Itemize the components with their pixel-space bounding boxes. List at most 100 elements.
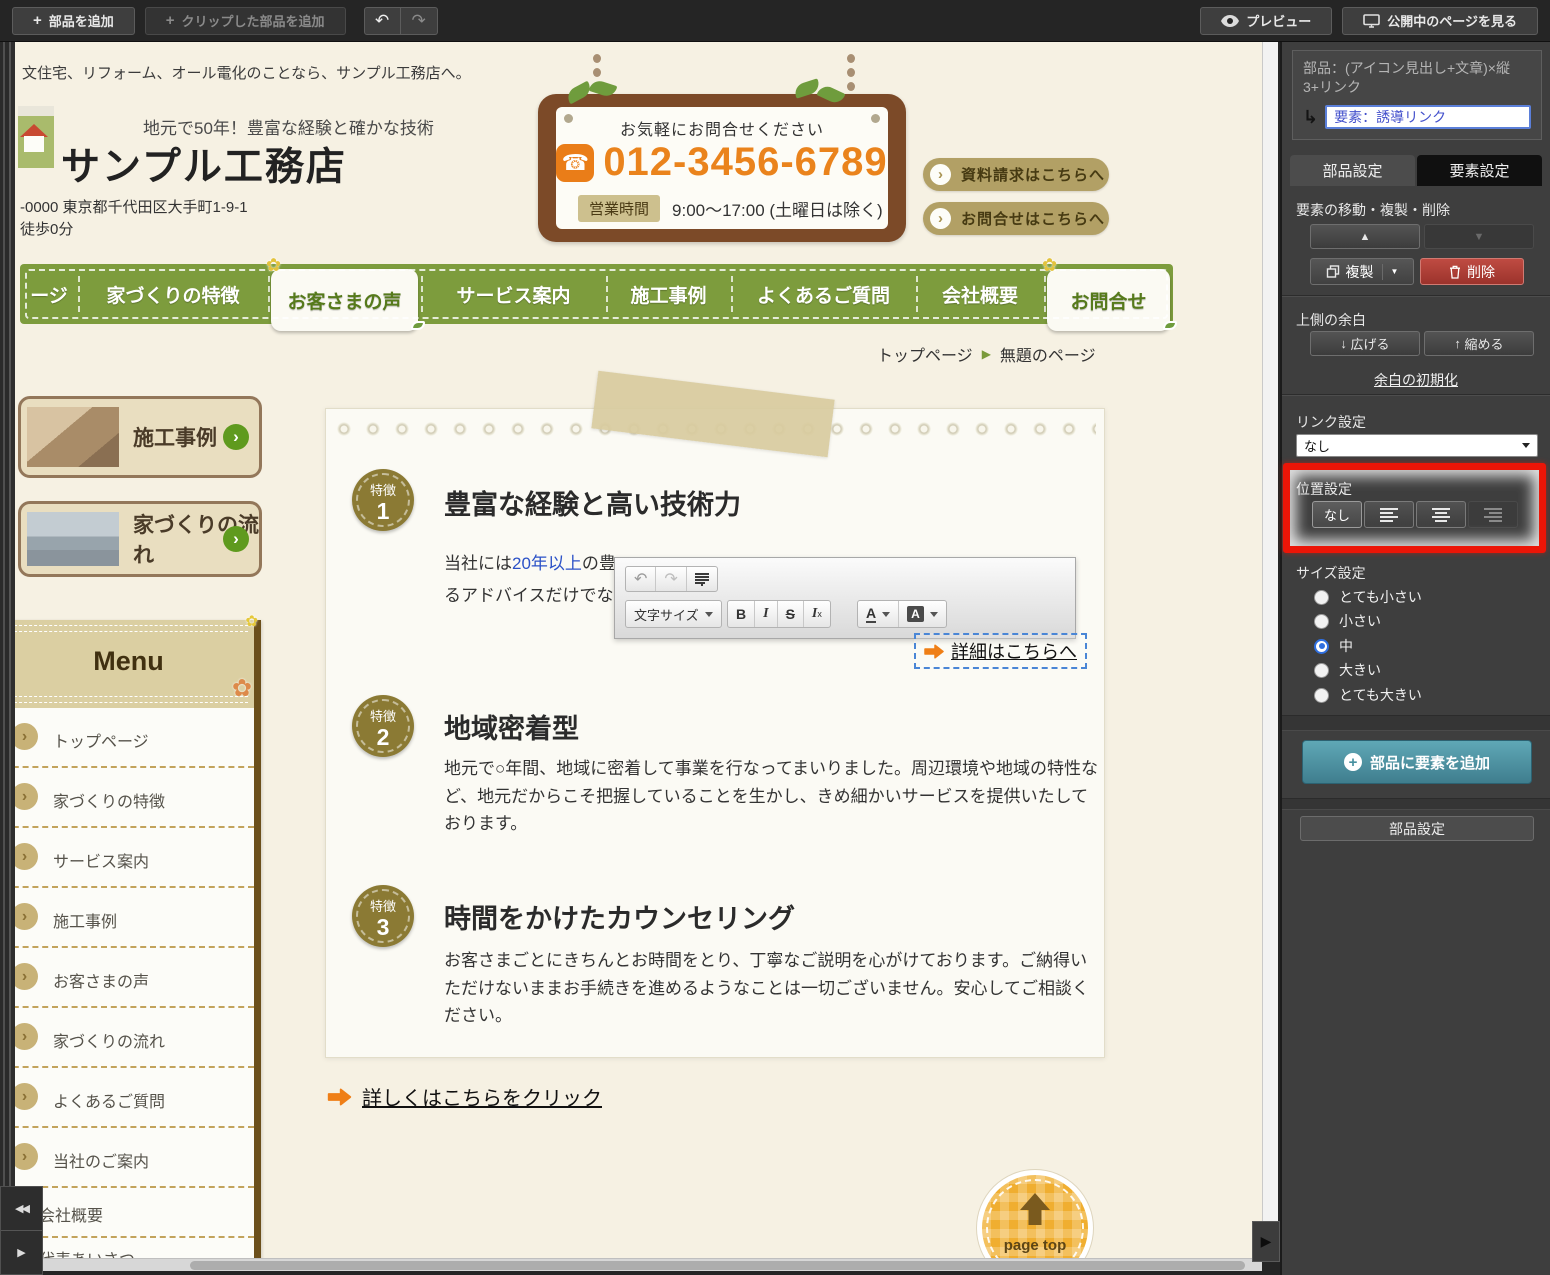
radio-icon	[1314, 663, 1329, 678]
leaf-icon	[1163, 321, 1177, 330]
detail-link-selected[interactable]: 詳細はこちらへ	[914, 633, 1087, 669]
nav-label: サービス案内	[456, 281, 570, 308]
editor-undo-button[interactable]: ↶	[626, 567, 655, 591]
preview-button[interactable]: プレビュー	[1200, 7, 1332, 35]
add-element-label: 部品に要素を追加	[1370, 752, 1490, 773]
bg-color-a: A	[907, 606, 924, 622]
site-navbar: ージ 家づくりの特徴 お客さまの声 ✿ サービス案内 施工事例 よくあるご質問 …	[20, 264, 1173, 324]
nav-item-voices[interactable]: お客さまの声 ✿	[268, 264, 421, 324]
redo-button[interactable]: ↷	[401, 7, 438, 35]
color-group: A A	[857, 600, 947, 628]
text-color-a: A	[866, 606, 876, 623]
scrollbar-thumb[interactable]	[190, 1261, 1245, 1270]
add-part-button[interactable]: + 部品を追加	[12, 7, 135, 35]
position-align-right-button[interactable]	[1468, 501, 1518, 528]
radio-icon	[1314, 590, 1329, 605]
element-label-field[interactable]: 要素：誘導リンク	[1325, 105, 1531, 129]
menu-item[interactable]: ›お客さまの声	[15, 948, 254, 1008]
move-up-button[interactable]: ▲	[1310, 224, 1420, 249]
editor-paste-button[interactable]	[686, 567, 717, 591]
nav-item-works[interactable]: 施工事例	[606, 264, 731, 324]
tab-part-settings[interactable]: 部品設定	[1290, 155, 1415, 186]
font-size-dropdown[interactable]: 文字サイズ	[625, 600, 722, 628]
margin-shrink-button[interactable]: ↑ 縮める	[1424, 331, 1534, 356]
side-menu: Menu ✿ ✿ ›トップページ ›家づくりの特徴 ›サービス案内 ›施工事例 …	[15, 620, 261, 1258]
tape-decoration	[591, 371, 834, 458]
breadcrumb-home[interactable]: トップページ	[877, 342, 973, 366]
more-link[interactable]: 詳しくはこちらをクリック	[327, 1082, 602, 1111]
part-settings-button[interactable]: 部品設定	[1300, 816, 1534, 841]
window-left-edge	[0, 42, 15, 1275]
section-band	[1282, 715, 1550, 731]
menu-item[interactable]: ›施工事例	[15, 888, 254, 948]
strikethrough-button[interactable]: S	[777, 601, 803, 627]
size-option-xl[interactable]: とても大きい	[1314, 685, 1422, 705]
menu-item[interactable]: ›トップページ	[15, 708, 254, 768]
bg-color-button[interactable]: A	[898, 601, 946, 627]
move-down-button[interactable]: ▼	[1424, 224, 1534, 249]
position-align-left-button[interactable]	[1364, 501, 1414, 528]
menu-item[interactable]: 会社概要	[15, 1188, 254, 1238]
nav-item-services[interactable]: サービス案内	[421, 264, 606, 324]
menu-item[interactable]: 代表あいさつ	[15, 1238, 254, 1258]
menu-item[interactable]: ›家づくりの流れ	[15, 1008, 254, 1068]
scroll-right-button[interactable]: ▶	[1252, 1221, 1280, 1262]
banner-flow[interactable]: 家づくりの流れ ›	[18, 501, 262, 577]
preview-label: プレビュー	[1246, 11, 1311, 30]
nav-item-company[interactable]: 会社概要	[916, 264, 1044, 324]
leaf-icon	[793, 78, 822, 98]
editor-redo-button[interactable]: ↷	[655, 567, 685, 591]
nav-item-faq[interactable]: よくあるご質問	[731, 264, 916, 324]
menu-item[interactable]: ›サービス案内	[15, 828, 254, 888]
phone-number: 012-3456-6789	[603, 140, 887, 185]
nav-item-contact[interactable]: お問合せ ✿	[1044, 264, 1173, 324]
text-color-button[interactable]: A	[858, 601, 898, 627]
clear-format-button[interactable]: Ix	[803, 601, 830, 627]
chevron-right-icon: ›	[15, 783, 38, 810]
jump-left-button[interactable]: ◀◀	[1, 1187, 42, 1230]
position-align-center-button[interactable]	[1416, 501, 1466, 528]
contact-button[interactable]: › お問合せはこちらへ	[923, 202, 1109, 235]
banner-works[interactable]: 施工事例 ›	[18, 396, 262, 478]
expand-label: 広げる	[1351, 334, 1390, 353]
request-docs-button[interactable]: › 資料請求はこちらへ	[923, 158, 1109, 191]
position-none-button[interactable]: なし	[1312, 501, 1362, 528]
view-published-button[interactable]: 公開中のページを見る	[1342, 7, 1538, 35]
size-option-xs[interactable]: とても小さい	[1314, 587, 1422, 607]
menu-item[interactable]: ›当社のご案内	[15, 1128, 254, 1188]
phone-row[interactable]: ☎ 012-3456-6789	[556, 140, 888, 185]
size-option-l[interactable]: 大きい	[1314, 660, 1381, 680]
horizontal-scrollbar[interactable]	[43, 1258, 1262, 1271]
nav-item-top-page[interactable]: ージ	[20, 264, 78, 324]
margin-reset-link[interactable]: 余白の初期化	[1282, 370, 1550, 390]
undo-redo-group: ↶ ↷	[364, 7, 438, 35]
link-select[interactable]: なし	[1296, 434, 1538, 457]
redo-icon: ↷	[411, 11, 425, 31]
step-right-button[interactable]: ▶	[1, 1230, 42, 1274]
tab-element-settings[interactable]: 要素設定	[1417, 155, 1542, 186]
plus-icon: +	[166, 12, 175, 29]
page-top-button[interactable]: page top	[977, 1170, 1093, 1258]
inline-link[interactable]: 20年以上	[512, 554, 582, 573]
undo-button[interactable]: ↶	[364, 7, 401, 35]
delete-button[interactable]: 削除	[1420, 258, 1524, 285]
content-notepad: 特徴 1 豊富な経験と高い技術力 当社には20年以上の豊 るアドバイスだけでなく…	[325, 408, 1105, 1058]
radio-icon	[1314, 688, 1329, 703]
duplicate-button[interactable]: 複製 ▼	[1310, 258, 1414, 285]
menu-item[interactable]: ›家づくりの特徴	[15, 768, 254, 828]
add-clipped-part-button[interactable]: + クリップした部品を追加	[145, 7, 346, 35]
size-option-s[interactable]: 小さい	[1314, 611, 1381, 631]
menu-item[interactable]: ›よくあるご質問	[15, 1068, 254, 1128]
margin-expand-button[interactable]: ↓ 広げる	[1310, 331, 1420, 356]
size-option-m[interactable]: 中	[1314, 636, 1353, 656]
vertical-scrollbar[interactable]	[1262, 42, 1278, 1258]
site-logo-image[interactable]	[18, 106, 54, 168]
nav-item-features[interactable]: 家づくりの特徴	[78, 264, 268, 324]
add-part-label: 部品を追加	[49, 11, 114, 30]
right-triangle-icon: ▶	[1261, 1233, 1272, 1250]
duplicate-label: 複製	[1346, 262, 1374, 282]
bold-button[interactable]: B	[728, 601, 754, 627]
italic-button[interactable]: I	[754, 601, 776, 627]
add-element-button[interactable]: + 部品に要素を追加	[1302, 740, 1532, 784]
view-published-label: 公開中のページを見る	[1387, 11, 1517, 30]
